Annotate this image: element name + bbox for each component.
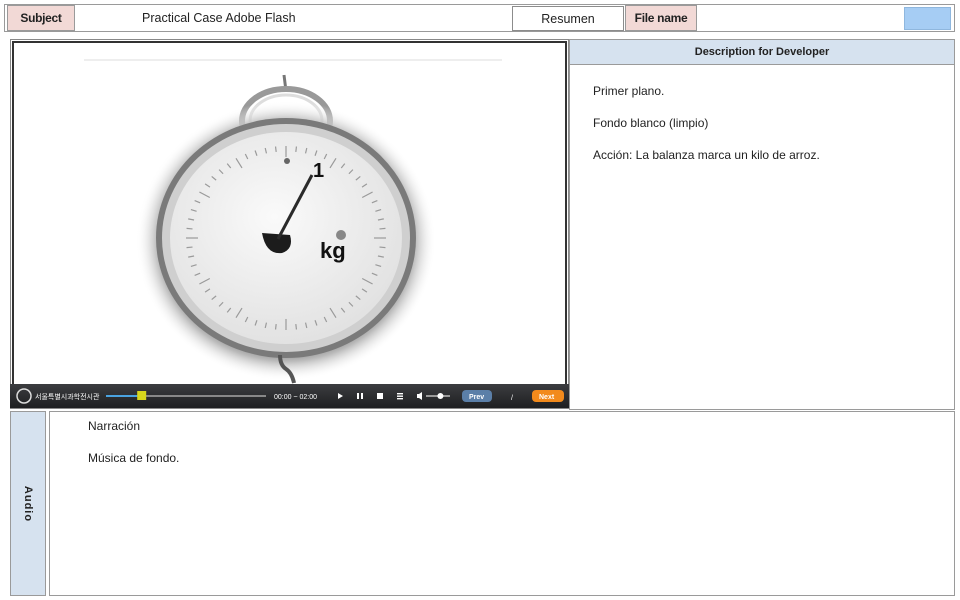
audio-label: Audio (22, 485, 34, 522)
dial-tick (379, 246, 386, 249)
prev-label: Prev (469, 394, 484, 401)
next-label: Next (539, 394, 555, 401)
audio-panel (49, 411, 955, 596)
dial-tick (186, 246, 193, 249)
page-separator: / (511, 395, 513, 402)
player-brand: 서울특별시과학전시관 (35, 392, 100, 401)
description-line: Acción: La balanza marca un kilo de arro… (593, 148, 820, 162)
description-line: Fondo blanco (limpio) (593, 116, 709, 130)
progress-fill (106, 395, 142, 397)
play-icon[interactable] (338, 393, 343, 399)
progress-handle[interactable] (137, 391, 147, 400)
pause-icon[interactable] (357, 393, 363, 399)
scale-illustration: 1 kg (84, 59, 502, 384)
dial-tick (274, 323, 277, 330)
video-frame: 1 kg (12, 41, 567, 386)
resumen-button[interactable]: Resumen (512, 6, 624, 31)
audio-line: Narración (88, 419, 141, 433)
stop-icon[interactable] (377, 393, 383, 399)
dial-tick (295, 146, 298, 153)
time-readout: 00:00 ~ 02:00 (274, 394, 317, 401)
dial-tick (186, 227, 193, 230)
subject-label: Subject (7, 5, 75, 31)
dial-tick (295, 323, 298, 330)
scale-unit: kg (320, 238, 346, 263)
description-line: Primer plano. (593, 84, 665, 98)
volume-knob[interactable] (437, 393, 444, 399)
subject-value: Practical Case Adobe Flash (142, 11, 296, 25)
brand-logo-icon (16, 388, 32, 404)
audio-label-column: Audio (10, 411, 46, 596)
list-icon[interactable] (397, 393, 403, 400)
file-name-label: File name (625, 5, 697, 31)
audio-line: Música de fondo. (88, 451, 180, 465)
color-swatch (904, 7, 951, 30)
volume-icon[interactable] (417, 392, 422, 400)
description-title: Description for Developer (570, 40, 954, 65)
dial-tick (379, 227, 386, 230)
dial-tick (274, 146, 277, 153)
player-controls: 서울특별시과학전시관 00:00 ~ 02:00 Prev / Next (10, 384, 569, 408)
scale-number: 1 (313, 160, 324, 182)
